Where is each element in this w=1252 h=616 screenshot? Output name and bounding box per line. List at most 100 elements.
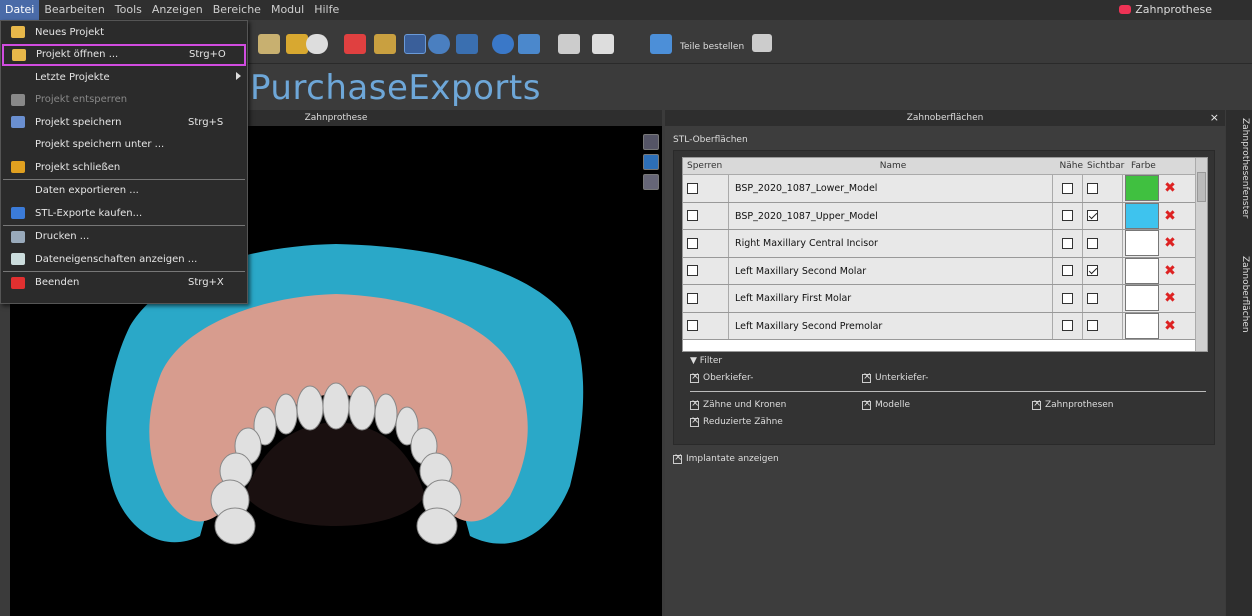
lock-checkbox[interactable] <box>687 182 698 194</box>
cloud-icon[interactable] <box>592 34 614 54</box>
col-visible[interactable]: Sichtbar <box>1087 158 1131 174</box>
menu-modul[interactable]: Modul <box>266 0 309 20</box>
color-swatch[interactable] <box>1125 230 1159 257</box>
move-icon[interactable] <box>456 34 478 54</box>
table-row[interactable]: Left Maxillary First Molar ✖ <box>683 285 1207 313</box>
lock-checkbox[interactable] <box>687 320 698 332</box>
filter-reduced[interactable]: Reduzierte Zähne <box>690 415 783 427</box>
menu-item-new-project[interactable]: Neues Projekt <box>1 21 247 44</box>
visible-checkbox[interactable] <box>1087 320 1098 332</box>
filter-teeth-checkbox[interactable] <box>690 398 699 410</box>
surface-name[interactable]: Left Maxillary Second Premolar <box>729 312 1053 339</box>
near-checkbox[interactable] <box>1062 182 1073 194</box>
delete-icon[interactable]: ✖ <box>1159 235 1181 251</box>
surface-name[interactable]: Right Maxillary Central Incisor <box>729 230 1053 257</box>
col-lock[interactable]: Sperren <box>683 158 733 174</box>
visible-checkbox[interactable] <box>1087 292 1098 304</box>
visible-checkbox[interactable] <box>1087 182 1098 194</box>
filter-dentures-checkbox[interactable] <box>1032 398 1041 410</box>
filter-models[interactable]: Modelle <box>862 398 910 410</box>
table-row[interactable]: Right Maxillary Central Incisor ✖ <box>683 230 1207 258</box>
delete-icon[interactable]: ✖ <box>1159 180 1181 196</box>
filter-teeth[interactable]: Zähne und Kronen <box>690 398 786 410</box>
settings-list-icon[interactable] <box>374 34 396 54</box>
near-checkbox[interactable] <box>1062 237 1073 249</box>
report-icon[interactable] <box>286 34 308 54</box>
menu-item-export-data[interactable]: Daten exportieren ... <box>1 180 247 203</box>
filter-reduced-checkbox[interactable] <box>690 415 699 427</box>
color-swatch[interactable] <box>1125 202 1159 229</box>
show-implants[interactable]: Implantate anzeigen <box>673 452 779 464</box>
upload-icon[interactable] <box>558 34 580 54</box>
surface-name[interactable]: BSP_2020_1087_Upper_Model <box>729 202 1053 229</box>
near-checkbox[interactable] <box>1062 210 1073 222</box>
table-row[interactable]: Left Maxillary Second Molar ✖ <box>683 257 1207 285</box>
rotate-icon[interactable] <box>404 34 426 54</box>
cart-icon[interactable] <box>650 34 672 54</box>
menu-datei[interactable]: Datei <box>0 0 40 20</box>
show-implants-checkbox[interactable] <box>673 452 682 464</box>
near-checkbox[interactable] <box>1062 320 1073 332</box>
scrollbar-thumb[interactable] <box>1197 172 1206 202</box>
visible-checkbox[interactable] <box>1087 265 1098 277</box>
menu-anzeigen[interactable]: Anzeigen <box>147 0 208 20</box>
near-checkbox[interactable] <box>1062 292 1073 304</box>
tab-tooth-surfaces[interactable]: Zahnoberflächen <box>1228 256 1250 333</box>
visible-checkbox[interactable] <box>1087 237 1098 249</box>
table-scrollbar[interactable] <box>1195 158 1207 351</box>
menu-item-open-project[interactable]: Projekt öffnen ... Strg+O <box>2 43 246 66</box>
fullscreen-icon[interactable] <box>752 34 772 52</box>
color-swatch[interactable] <box>1125 257 1159 284</box>
menu-bereiche[interactable]: Bereiche <box>208 0 266 20</box>
filter-upper-checkbox[interactable] <box>690 371 699 383</box>
list-icon[interactable] <box>258 34 280 54</box>
color-swatch[interactable] <box>1125 285 1159 312</box>
layers-icon[interactable] <box>518 34 540 54</box>
table-row[interactable]: BSP_2020_1087_Lower_Model ✖ <box>683 175 1207 203</box>
menu-item-exit[interactable]: Beenden Strg+X <box>1 272 247 295</box>
surface-name[interactable]: Left Maxillary First Molar <box>729 285 1053 312</box>
menu-item-recent-projects[interactable]: Letzte Projekte <box>1 66 247 89</box>
delete-icon[interactable]: ✖ <box>1159 208 1181 224</box>
table-row[interactable]: BSP_2020_1087_Upper_Model ✖ <box>683 202 1207 230</box>
menu-hilfe[interactable]: Hilfe <box>309 0 344 20</box>
tab-denture-window[interactable]: Zahnprothesenfenster <box>1228 118 1250 218</box>
menu-item-close-project[interactable]: Projekt schließen <box>1 156 247 179</box>
menu-item-save-project[interactable]: Projekt speichern Strg+S <box>1 111 247 134</box>
filter-upper[interactable]: Oberkiefer- <box>690 371 753 383</box>
lock-checkbox[interactable] <box>687 292 698 304</box>
zoom-icon[interactable] <box>428 34 450 54</box>
menu-bearbeiten[interactable]: Bearbeiten <box>39 0 109 20</box>
reset-view-icon[interactable] <box>492 34 514 54</box>
delete-icon[interactable]: ✖ <box>1159 318 1181 334</box>
filter-toggle[interactable]: ▼ Filter <box>690 356 722 366</box>
filter-dentures[interactable]: Zahnprothesen <box>1032 398 1114 410</box>
lock-checkbox[interactable] <box>687 237 698 249</box>
delete-icon[interactable]: ✖ <box>1159 263 1181 279</box>
search-view-icon[interactable] <box>306 34 328 54</box>
filter-models-checkbox[interactable] <box>862 398 871 410</box>
menu-item-file-properties[interactable]: Dateneigenschaften anzeigen ... <box>1 248 247 271</box>
surface-name[interactable]: Left Maxillary Second Molar <box>729 257 1053 284</box>
filter-lower[interactable]: Unterkiefer- <box>862 371 928 383</box>
menu-item-print[interactable]: Drucken ... <box>1 226 247 249</box>
menu-item-save-as[interactable]: Projekt speichern unter ... <box>1 134 247 157</box>
lock-checkbox[interactable] <box>687 265 698 277</box>
col-near[interactable]: Nähe <box>1053 158 1087 174</box>
visible-checkbox[interactable] <box>1087 210 1098 222</box>
delete-icon[interactable]: ✖ <box>1159 290 1181 306</box>
color-swatch[interactable] <box>1125 312 1159 339</box>
color-swatch[interactable] <box>1125 175 1159 202</box>
menu-tools[interactable]: Tools <box>110 0 147 20</box>
lock-checkbox[interactable] <box>687 210 698 222</box>
order-parts-label[interactable]: Teile bestellen <box>680 42 744 52</box>
col-name[interactable]: Name <box>733 158 1053 174</box>
menu-item-buy-stl-exports[interactable]: STL-Exporte kaufen... <box>1 202 247 225</box>
near-checkbox[interactable] <box>1062 265 1073 277</box>
surface-name[interactable]: BSP_2020_1087_Lower_Model <box>729 175 1053 202</box>
tooth-icon[interactable] <box>344 34 366 54</box>
table-row[interactable]: Left Maxillary Second Premolar ✖ <box>683 312 1207 340</box>
close-icon[interactable]: × <box>1210 110 1219 126</box>
filter-lower-checkbox[interactable] <box>862 371 871 383</box>
col-color[interactable]: Farbe <box>1131 158 1161 174</box>
